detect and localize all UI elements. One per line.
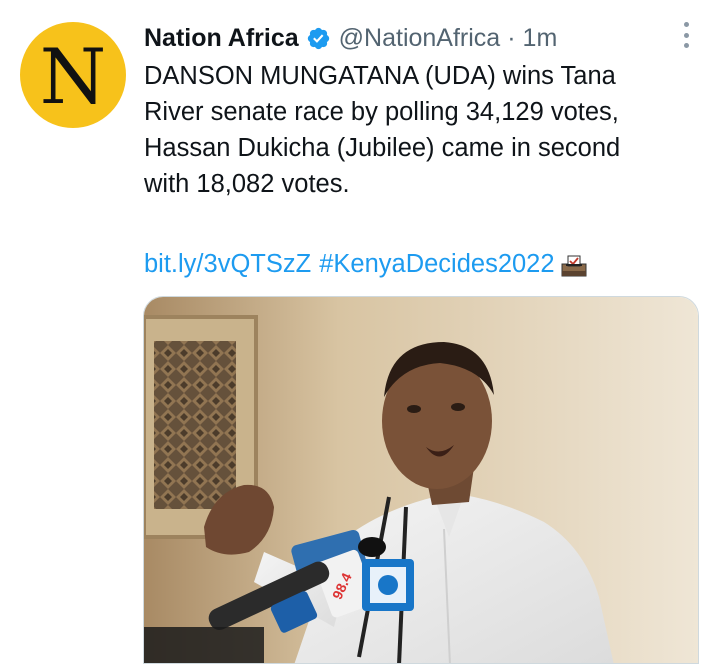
timestamp[interactable]: 1m	[523, 24, 558, 53]
tweet-text-line: Hassan Dukicha (Jubilee) came in second	[144, 134, 621, 162]
tweet-links: bit.ly/3vQTSzZ #KenyaDecides2022	[144, 246, 587, 282]
tweet-text-line: with 18,082 votes.	[144, 170, 350, 198]
photo-speaker-at-podium: 98.4	[144, 297, 698, 663]
hashtag-link[interactable]: #KenyaDecides2022	[319, 246, 554, 282]
display-name[interactable]: Nation Africa	[144, 24, 299, 53]
avatar[interactable]: N	[20, 22, 126, 128]
tweet-text-line: River senate race by polling 34,129 vote…	[144, 98, 619, 126]
tweet-text: DANSON MUNGATANA (UDA) wins Tana River s…	[144, 58, 684, 202]
tweet-header: Nation Africa @NationAfrica · 1m	[144, 20, 660, 56]
handle[interactable]: @NationAfrica	[339, 24, 501, 53]
separator-dot: ·	[507, 23, 516, 52]
verified-badge-icon	[306, 26, 331, 51]
avatar-letter: N	[39, 32, 107, 121]
more-options-icon[interactable]	[682, 22, 690, 48]
tweet-photo[interactable]: 98.4	[143, 296, 699, 664]
tweet-text-line: DANSON MUNGATANA (UDA) wins Tana	[144, 62, 616, 90]
short-link[interactable]: bit.ly/3vQTSzZ	[144, 246, 311, 282]
ballot-box-icon	[561, 252, 587, 277]
